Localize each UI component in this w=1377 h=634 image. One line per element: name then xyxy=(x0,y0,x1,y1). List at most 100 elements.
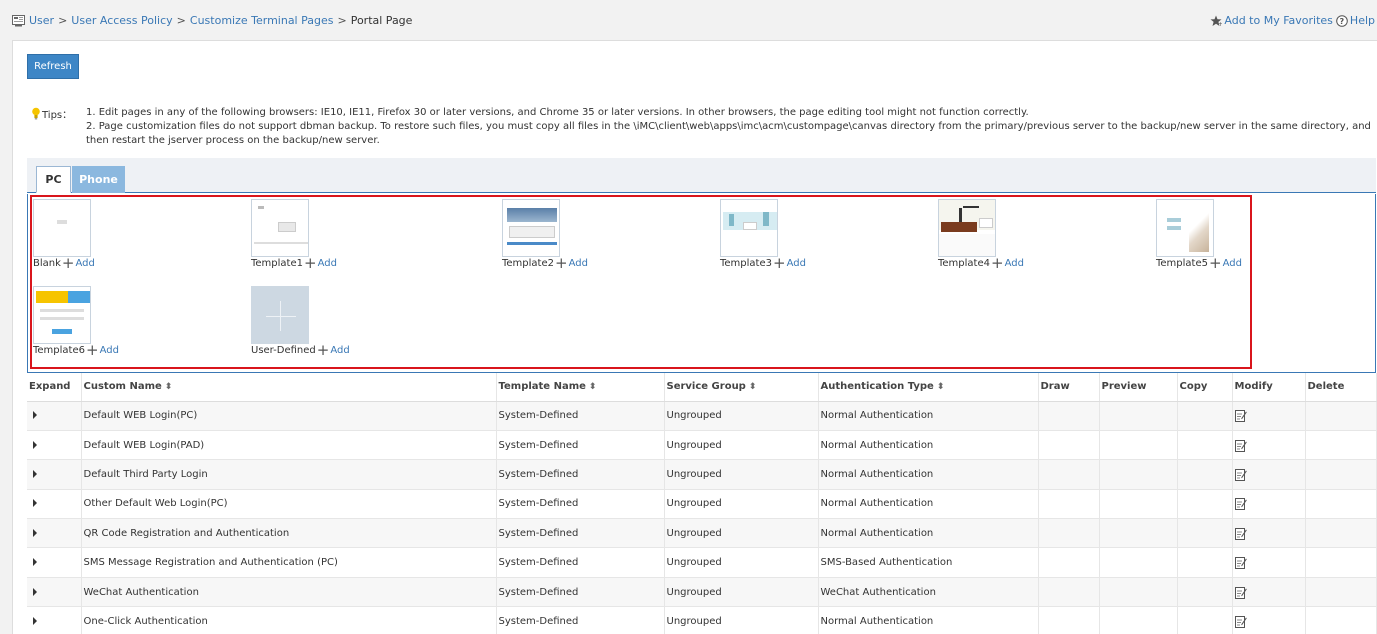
tips-label-text: Tips： xyxy=(42,110,73,121)
delete-cell xyxy=(1305,489,1377,520)
modify-cell[interactable] xyxy=(1232,459,1306,490)
add-template1-link[interactable]: Add xyxy=(318,258,337,269)
add-template2-link[interactable]: Add xyxy=(569,258,588,269)
modify-edit-icon[interactable] xyxy=(1234,497,1247,511)
breadcrumb-user[interactable]: User xyxy=(29,14,54,27)
draw-cell xyxy=(1038,430,1100,461)
auth-type-cell: Normal Authentication xyxy=(818,518,1039,549)
expand-cell[interactable] xyxy=(27,401,82,431)
column-header-expand: Expand xyxy=(27,373,82,402)
draw-cell xyxy=(1038,577,1100,608)
sort-icon[interactable]: ⬍ xyxy=(749,382,757,392)
expand-cell[interactable] xyxy=(27,430,82,461)
modify-cell[interactable] xyxy=(1232,430,1306,461)
template-3-thumbnail[interactable] xyxy=(720,199,778,257)
modify-cell[interactable] xyxy=(1232,489,1306,520)
delete-cell xyxy=(1305,518,1377,549)
service-group-cell: Ungrouped xyxy=(664,577,819,608)
tip-line-1: 1. Edit pages in any of the following br… xyxy=(86,107,1029,118)
tab-phone[interactable]: Phone xyxy=(72,166,125,193)
custom-name-cell: Default WEB Login(PAD) xyxy=(81,430,497,461)
template-3: Template3 + Add xyxy=(720,199,806,272)
preview-cell xyxy=(1099,518,1178,549)
modify-edit-icon[interactable] xyxy=(1234,586,1247,599)
expand-arrow-icon[interactable] xyxy=(33,469,37,478)
template-user-defined-thumbnail[interactable] xyxy=(251,286,309,344)
expand-cell[interactable] xyxy=(27,577,82,608)
sort-icon[interactable]: ⬍ xyxy=(589,382,597,392)
expand-cell[interactable] xyxy=(27,459,82,490)
expand-arrow-icon[interactable] xyxy=(33,499,37,508)
template-4-thumbnail[interactable] xyxy=(938,199,996,257)
top-links: + Add to My Favorites ? Help xyxy=(1210,14,1375,27)
expand-arrow-icon[interactable] xyxy=(33,440,37,449)
help-link[interactable]: Help xyxy=(1350,14,1375,27)
modify-edit-icon[interactable] xyxy=(1234,439,1247,452)
add-blank-link[interactable]: Add xyxy=(75,258,94,269)
breadcrumb-user-access-policy[interactable]: User Access Policy xyxy=(71,14,172,27)
tip-line-2: 2. Page customization files do not suppo… xyxy=(86,121,1371,146)
modify-edit-icon[interactable] xyxy=(1234,615,1247,628)
add-template4-link[interactable]: Add xyxy=(1005,258,1024,269)
add-template5-link[interactable]: Add xyxy=(1223,258,1242,269)
template-name-cell: System-Defined xyxy=(496,577,665,608)
modify-cell[interactable] xyxy=(1232,606,1306,634)
modify-edit-icon[interactable] xyxy=(1234,556,1247,570)
template-6-thumbnail[interactable] xyxy=(33,286,91,344)
expand-cell[interactable] xyxy=(27,489,82,520)
template-5-thumbnail[interactable] xyxy=(1156,199,1214,257)
auth-type-cell: Normal Authentication xyxy=(818,606,1039,634)
expand-arrow-icon[interactable] xyxy=(33,558,37,567)
custom-name-cell: Default Third Party Login xyxy=(81,459,497,490)
expand-arrow-icon[interactable] xyxy=(33,411,37,420)
auth-type-cell: Normal Authentication xyxy=(818,401,1039,431)
modify-cell[interactable] xyxy=(1232,518,1306,549)
expand-arrow-icon[interactable] xyxy=(33,616,37,625)
add-user-defined-link[interactable]: Add xyxy=(330,345,349,356)
template-name: Template6 xyxy=(33,345,85,356)
sort-icon[interactable]: ⬍ xyxy=(937,382,945,392)
template-4: Template4 + Add xyxy=(938,199,1024,271)
svg-text:?: ? xyxy=(1339,17,1344,26)
service-group-cell: Ungrouped xyxy=(664,430,819,461)
column-header-template-name[interactable]: Template Name ⬍ xyxy=(496,373,665,402)
template-name-cell: System-Defined xyxy=(496,430,665,461)
modify-cell[interactable] xyxy=(1232,547,1306,578)
plus-icon: + xyxy=(316,341,330,359)
modify-edit-icon[interactable] xyxy=(1234,409,1247,423)
breadcrumb-customize-terminal-pages[interactable]: Customize Terminal Pages xyxy=(190,14,334,27)
copy-cell xyxy=(1177,547,1233,578)
auth-type-cell: Normal Authentication xyxy=(818,489,1039,520)
plus-icon: + xyxy=(304,254,317,272)
expand-cell[interactable] xyxy=(27,547,82,578)
service-group-cell: Ungrouped xyxy=(664,606,819,634)
modify-edit-icon[interactable] xyxy=(1234,468,1247,481)
expand-arrow-icon[interactable] xyxy=(33,528,37,537)
modify-cell[interactable] xyxy=(1232,401,1306,431)
column-header-custom-name[interactable]: Custom Name ⬍ xyxy=(81,373,497,402)
column-header-delete: Delete xyxy=(1305,373,1377,402)
auth-type-cell: SMS-Based Authentication xyxy=(818,547,1039,578)
plus-icon: + xyxy=(773,254,786,272)
expand-arrow-icon[interactable] xyxy=(33,587,37,596)
add-to-favorites-link[interactable]: Add to My Favorites xyxy=(1224,14,1333,27)
draw-cell xyxy=(1038,547,1100,578)
template-blank-thumbnail[interactable] xyxy=(33,199,91,257)
column-header-modify: Modify xyxy=(1232,373,1306,402)
sort-icon[interactable]: ⬍ xyxy=(165,382,173,392)
add-template3-link[interactable]: Add xyxy=(787,258,806,269)
tab-pc[interactable]: PC xyxy=(36,166,71,193)
add-template6-link[interactable]: Add xyxy=(100,345,119,356)
template-name-cell: System-Defined xyxy=(496,489,665,520)
modify-edit-icon[interactable] xyxy=(1234,527,1247,540)
column-header-authentication-type[interactable]: Authentication Type ⬍ xyxy=(818,373,1039,402)
template-2-thumbnail[interactable] xyxy=(502,199,560,257)
draw-cell xyxy=(1038,401,1100,431)
template-1-thumbnail[interactable] xyxy=(251,199,309,257)
main-panel: Refresh Tips： 1. Edit pages in any of th… xyxy=(12,40,1377,634)
refresh-button[interactable]: Refresh xyxy=(27,54,79,79)
column-header-service-group[interactable]: Service Group ⬍ xyxy=(664,373,819,402)
modify-cell[interactable] xyxy=(1232,577,1306,608)
expand-cell[interactable] xyxy=(27,518,82,549)
expand-cell[interactable] xyxy=(27,606,82,634)
